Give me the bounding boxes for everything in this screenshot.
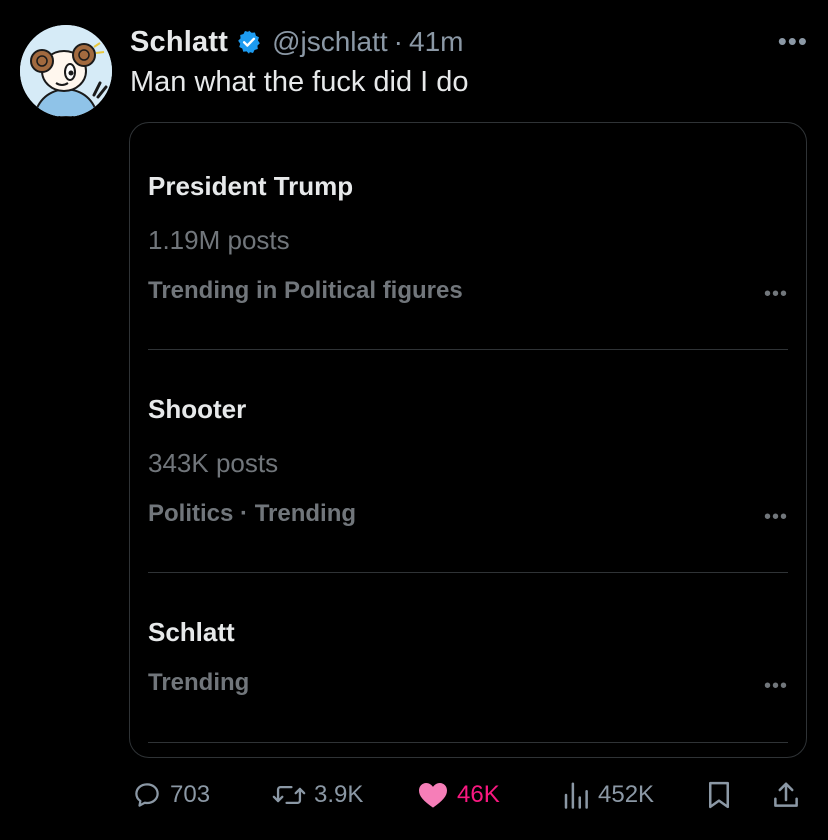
tweet-text: Man what the fuck did I do (130, 66, 469, 98)
repost-button[interactable]: 3.9K (272, 775, 363, 815)
verified-badge-icon (236, 29, 262, 55)
share-button[interactable] (772, 775, 800, 815)
trend-item[interactable]: Shooter 343K posts Politics · Trending (148, 394, 788, 534)
views-count: 452K (598, 781, 655, 808)
tweet-header: Schlatt @jschlatt · 41m (130, 22, 463, 62)
avatar[interactable] (20, 25, 112, 117)
author-handle[interactable]: @jschlatt (272, 26, 388, 58)
repost-count: 3.9K (314, 781, 364, 808)
action-bar: 703 3.9K 46K 452K (130, 775, 810, 815)
separator-dot: · (393, 26, 403, 57)
trend-more-icon[interactable]: ••• (764, 283, 788, 306)
divider (148, 742, 788, 743)
trend-context: Trending in Political figures (148, 277, 463, 304)
trends-card[interactable]: President Trump 1.19M posts Trending in … (129, 122, 807, 758)
bookmark-icon (709, 781, 729, 809)
trend-post-count: 1.19M posts (148, 225, 290, 255)
like-count: 46K (457, 781, 500, 808)
divider (148, 572, 788, 573)
like-button[interactable]: 46K (417, 775, 500, 815)
bookmark-button[interactable] (706, 775, 732, 815)
author-name[interactable]: Schlatt (130, 26, 228, 59)
divider (148, 349, 788, 350)
more-icon[interactable]: ••• (778, 26, 808, 57)
trend-post-count: 343K posts (148, 448, 279, 478)
repost-icon (272, 785, 306, 805)
trend-title: President Trump (148, 171, 354, 201)
views-button[interactable]: 452K (562, 775, 654, 815)
trend-more-icon[interactable]: ••• (764, 675, 788, 698)
trend-item[interactable]: President Trump 1.19M posts Trending in … (148, 171, 788, 311)
trend-context: Trending (148, 669, 250, 696)
avatar-illustration (20, 25, 112, 117)
trend-title: Schlatt (148, 617, 235, 647)
reply-button[interactable]: 703 (132, 775, 210, 815)
reply-icon (135, 783, 159, 807)
post-time[interactable]: 41m (409, 26, 463, 58)
like-icon (419, 783, 447, 808)
share-icon (774, 782, 798, 807)
trend-more-icon[interactable]: ••• (764, 506, 788, 529)
views-icon (564, 782, 588, 809)
trend-context: Politics · Trending (148, 500, 357, 527)
reply-count: 703 (170, 781, 211, 808)
trend-item[interactable]: Schlatt Trending (148, 617, 788, 707)
trend-title: Shooter (148, 394, 247, 424)
